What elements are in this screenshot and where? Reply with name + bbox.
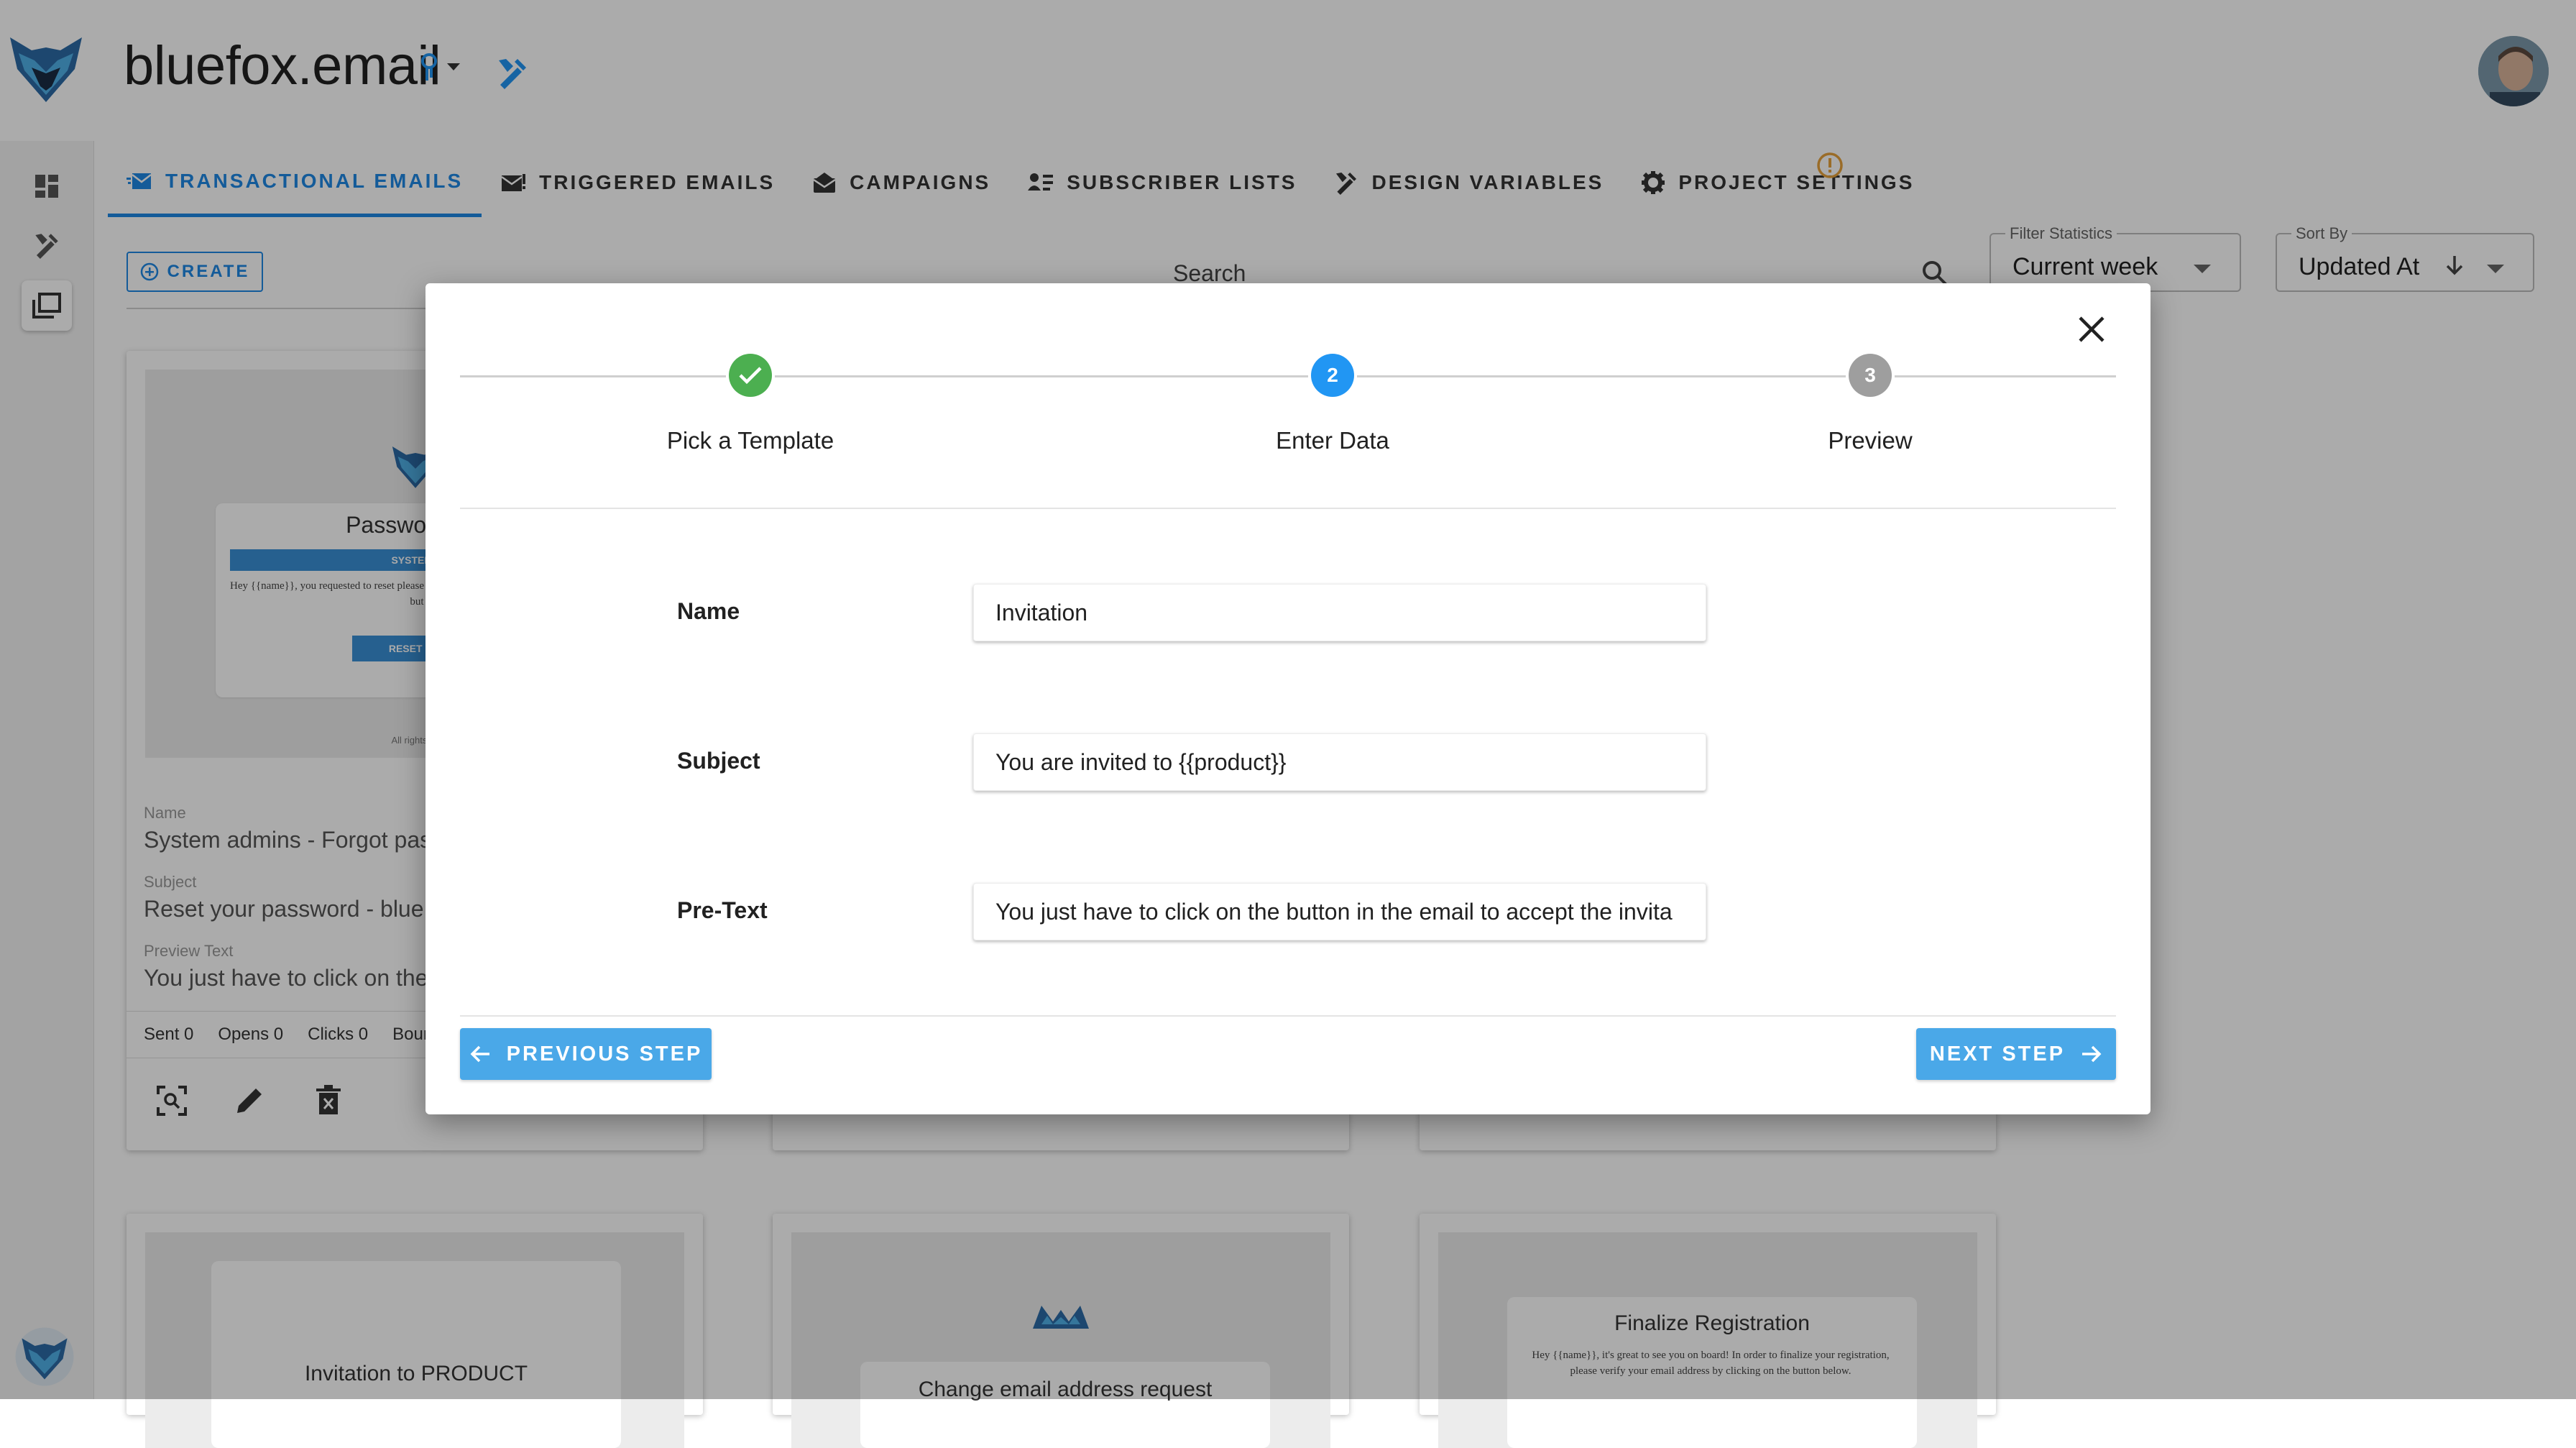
pretext-input[interactable] xyxy=(973,883,1706,940)
step-3-label: Preview xyxy=(1828,427,1913,454)
arrow-left-icon xyxy=(470,1045,489,1063)
previous-step-button[interactable]: PREVIOUS STEP xyxy=(460,1028,712,1080)
stepper: 2 3 Pick a Template Enter Data Preview xyxy=(460,347,2116,454)
next-step-label: NEXT STEP xyxy=(1929,1042,2066,1066)
check-icon xyxy=(739,367,762,385)
step-3-circle[interactable]: 3 xyxy=(1849,354,1892,397)
next-step-button[interactable]: NEXT STEP xyxy=(1916,1028,2116,1080)
close-dialog-button[interactable] xyxy=(2071,309,2112,349)
name-field-label: Name xyxy=(677,598,740,624)
step-connector xyxy=(1895,375,2116,377)
step-1-circle[interactable] xyxy=(729,354,772,397)
name-input[interactable] xyxy=(973,584,1706,641)
previous-step-label: PREVIOUS STEP xyxy=(506,1042,703,1066)
subject-input[interactable] xyxy=(973,733,1706,791)
subject-field-label: Subject xyxy=(677,748,760,774)
stepper-divider xyxy=(460,508,2116,509)
close-icon xyxy=(2079,316,2104,342)
app-root: bluefox.email TRANSACTIONAL EMAILS TRIGG… xyxy=(0,0,2576,1448)
dialog-footer-divider xyxy=(460,1015,2116,1017)
step-connector xyxy=(1357,375,1846,377)
create-email-dialog: 2 3 Pick a Template Enter Data Preview N… xyxy=(426,283,2150,1114)
step-connector xyxy=(460,375,726,377)
step-1-label: Pick a Template xyxy=(666,427,834,454)
step-2-circle[interactable]: 2 xyxy=(1311,354,1354,397)
pretext-field-label: Pre-Text xyxy=(677,897,768,923)
arrow-right-icon xyxy=(2082,1045,2102,1063)
step-connector xyxy=(775,375,1308,377)
step-2-label: Enter Data xyxy=(1276,427,1389,454)
